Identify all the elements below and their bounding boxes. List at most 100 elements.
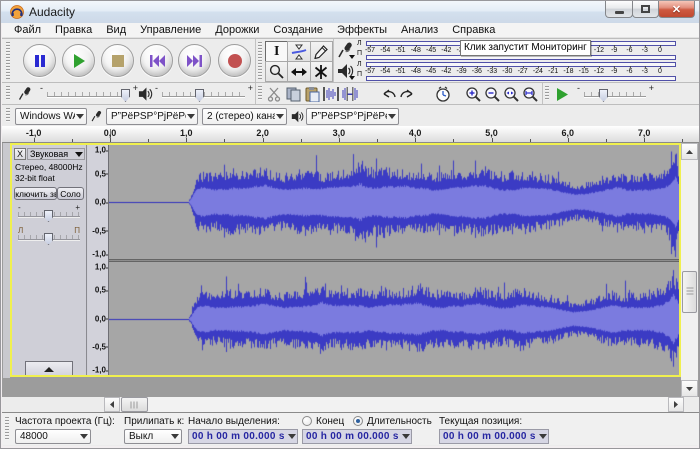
recording-device-combo[interactable]: Р”РёРЅР°РјРёРєРё (Realtek High Definitio…	[106, 108, 198, 125]
silence-audio-button[interactable]	[341, 85, 359, 103]
snap-to-combo[interactable]: Выкл	[124, 429, 182, 444]
playback-speed-thumb[interactable]	[599, 89, 608, 102]
draw-tool-button[interactable]	[310, 41, 333, 62]
play-at-speed-button[interactable]	[553, 85, 571, 103]
fit-selection-button[interactable]	[502, 85, 520, 103]
radio-end[interactable]	[302, 416, 312, 426]
meter-scale-value: -21	[548, 67, 558, 76]
vertical-scrollbar[interactable]	[681, 143, 698, 397]
track-collapse-button[interactable]	[25, 361, 73, 377]
redo-button[interactable]	[398, 85, 416, 103]
timeline-ruler[interactable]: -1,00,01,02,03,04,05,06,07,0	[2, 126, 700, 143]
output-volume-thumb[interactable]	[195, 89, 204, 102]
sync-lock-button[interactable]	[434, 85, 452, 103]
radio-length[interactable]	[353, 416, 363, 426]
menu-item-1[interactable]: Файл	[7, 23, 48, 38]
audio-track[interactable]: X Звуковая Стерео, 48000Hz 32-bit float …	[10, 143, 681, 377]
scroll-down-button[interactable]	[681, 380, 698, 397]
scroll-up-button[interactable]	[681, 143, 698, 160]
menu-item-6[interactable]: Создание	[266, 23, 330, 38]
mute-button[interactable]: Отключить звук	[14, 187, 57, 200]
gain-slider-thumb[interactable]	[44, 210, 53, 222]
copy-button[interactable]	[284, 85, 302, 103]
menu-item-4[interactable]: Управление	[133, 23, 208, 38]
solo-button[interactable]: Соло	[57, 187, 84, 200]
recording-channels-combo[interactable]: 2 (стерео) канала	[202, 108, 287, 125]
fit-project-button[interactable]	[521, 85, 539, 103]
track-close-button[interactable]: X	[14, 148, 26, 160]
skip-to-end-button[interactable]	[178, 44, 211, 77]
pan-slider[interactable]: Л П	[18, 230, 80, 246]
vertical-ruler[interactable]: 1,00,50,0-0,5-1,01,00,50,0-0,5-1,0	[88, 145, 109, 375]
project-rate-combo[interactable]: 48000	[15, 429, 91, 444]
waveform-display[interactable]	[109, 145, 679, 375]
audio-host-combo[interactable]: Windows WASAPI	[15, 108, 87, 125]
transport-toolbar-grip[interactable]	[6, 42, 10, 79]
audacity-window: Audacity ✕ ФайлПравкаВидУправлениеДорожк…	[0, 0, 700, 449]
pause-button[interactable]	[23, 44, 56, 77]
scroll-left-button[interactable]	[104, 397, 120, 412]
timeline-tick	[530, 139, 531, 142]
title-bar[interactable]: Audacity ✕	[1, 1, 699, 23]
trim-audio-button[interactable]	[322, 85, 340, 103]
zoom-in-button[interactable]	[464, 85, 482, 103]
maximize-button[interactable]	[632, 1, 659, 18]
input-volume-thumb[interactable]	[121, 89, 130, 102]
cut-button[interactable]	[265, 85, 283, 103]
menu-item-9[interactable]: Справка	[445, 23, 502, 38]
skip-to-start-button[interactable]	[140, 44, 173, 77]
toolbar-row-transport: I	[2, 38, 700, 82]
multi-tool-button[interactable]	[310, 61, 333, 82]
stop-button[interactable]	[101, 44, 134, 77]
vertical-ruler-label: 0,0	[95, 314, 106, 323]
horizontal-scrollbar[interactable]	[104, 397, 684, 412]
menu-item-5[interactable]: Дорожки	[208, 23, 266, 38]
track-format-info: Стерео, 48000Hz	[15, 162, 83, 172]
envelope-tool-button[interactable]	[287, 41, 310, 62]
selection-length-time-field[interactable]: 00 h 00 m 00.000 s	[302, 429, 412, 444]
playback-speed-slider[interactable]: - +	[584, 85, 646, 103]
menu-item-7[interactable]: Эффекты	[330, 23, 394, 38]
selection-start-time-field[interactable]: 00 h 00 m 00.000 s	[188, 429, 298, 444]
meter-scale-value: -3	[642, 46, 648, 55]
meter-scale-value: -51	[395, 46, 405, 55]
transcription-toolbar-grip[interactable]	[545, 86, 549, 101]
timeline-label: 1,0	[180, 128, 193, 138]
meter-channel-labels: ЛП	[357, 40, 365, 61]
track-name-menu[interactable]: Звуковая	[27, 148, 85, 160]
playback-device-combo[interactable]: Р”РёРЅР°РјРёРєРё (Realtek High Definitio…	[306, 108, 399, 125]
horizontal-scrollbar-row	[2, 397, 700, 412]
mixer-toolbar-grip[interactable]	[6, 86, 10, 101]
menu-item-3[interactable]: Вид	[99, 23, 133, 38]
device-toolbar-grip[interactable]	[6, 108, 10, 123]
scroll-right-button[interactable]	[668, 397, 684, 412]
waveform-left-channel[interactable]	[109, 145, 679, 259]
zoom-tool-button[interactable]	[265, 61, 288, 82]
tools-toolbar-grip[interactable]	[258, 42, 262, 79]
minimize-button[interactable]	[605, 1, 633, 18]
menu-item-2[interactable]: Правка	[48, 23, 99, 38]
zoom-out-button[interactable]	[483, 85, 501, 103]
edit-toolbar-grip[interactable]	[258, 86, 262, 101]
gain-slider[interactable]: - +	[18, 207, 80, 223]
paste-button[interactable]	[303, 85, 321, 103]
chevron-down-icon	[539, 434, 547, 439]
play-button[interactable]	[62, 44, 95, 77]
menu-item-8[interactable]: Анализ	[394, 23, 445, 38]
selection-toolbar-grip[interactable]	[5, 417, 9, 441]
record-button[interactable]	[218, 44, 251, 77]
meter-scale-value: -51	[395, 67, 405, 76]
pan-slider-thumb[interactable]	[44, 233, 53, 245]
close-button[interactable]: ✕	[658, 1, 695, 18]
undo-button[interactable]	[380, 85, 398, 103]
selection-tool-button[interactable]: I	[265, 41, 288, 62]
horizontal-scrollbar-thumb[interactable]	[121, 397, 148, 412]
meter-scale-value: -24	[533, 67, 543, 76]
output-volume-slider[interactable]: - +	[162, 85, 245, 103]
input-volume-slider[interactable]: - +	[47, 85, 130, 103]
timeline-tick	[339, 138, 340, 142]
waveform-right-channel[interactable]	[109, 262, 679, 375]
vertical-scrollbar-thumb[interactable]	[682, 271, 697, 313]
audio-position-time-field[interactable]: 00 h 00 m 00.000 s	[439, 429, 549, 444]
timeshift-tool-button[interactable]	[287, 61, 310, 82]
